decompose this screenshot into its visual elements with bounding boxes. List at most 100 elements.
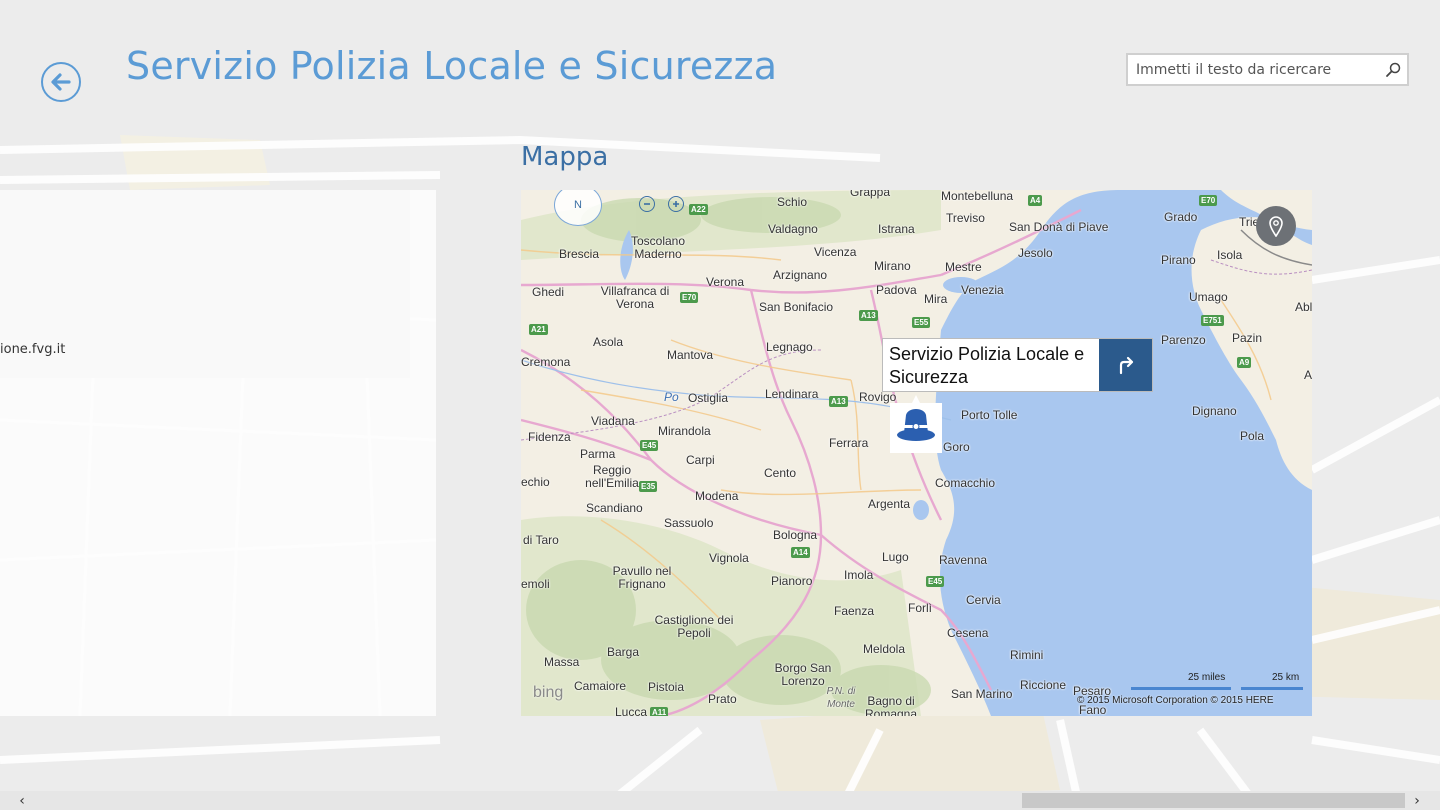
- scale-km: 25 km: [1272, 672, 1300, 683]
- highway-shield: A22: [689, 204, 708, 215]
- scale-lines: [1131, 687, 1303, 690]
- map-label: Treviso: [946, 211, 985, 225]
- plus-icon: [673, 201, 679, 207]
- map-label: Pazin: [1232, 331, 1263, 345]
- map-label: Rimini: [1010, 648, 1044, 662]
- map-label: Padova: [876, 283, 917, 297]
- map-label: Forlì: [908, 601, 932, 615]
- map-label: Argenta: [868, 497, 911, 511]
- map-label: Fidenza: [528, 430, 571, 444]
- map-label: Montebelluna: [941, 190, 1014, 203]
- map-copyright: © 2015 Microsoft Corporation © 2015 HERE: [1077, 695, 1274, 706]
- map-label: Scandiano: [586, 501, 643, 515]
- map-label: Schio: [777, 195, 808, 209]
- map-label: Sassuolo: [664, 516, 714, 530]
- info-panel: ione.fvg.it: [0, 190, 436, 716]
- search-button[interactable]: [1379, 55, 1407, 84]
- map-label: San Marino: [951, 687, 1013, 701]
- map-label: A: [1304, 368, 1312, 382]
- horizontal-scrollbar[interactable]: ‹ ›: [0, 791, 1440, 810]
- map-label: Verona: [706, 275, 745, 289]
- highway-shield: E70: [1199, 195, 1218, 206]
- map-label: Comacchio: [935, 476, 996, 490]
- directions-button[interactable]: [1099, 339, 1152, 391]
- highway-shield: A4: [1028, 195, 1043, 206]
- highway-shield: E751: [1201, 315, 1224, 326]
- search-box[interactable]: [1126, 53, 1409, 86]
- map-label: Massa: [544, 655, 580, 669]
- page-title: Servizio Polizia Locale e Sicurezza: [126, 44, 778, 88]
- locate-button[interactable]: [1256, 206, 1296, 246]
- map-label: Isola: [1217, 248, 1243, 262]
- directions-arrow-icon: [1119, 356, 1133, 375]
- scale-miles: 25 miles: [1188, 672, 1226, 683]
- map-label: Venezia: [961, 283, 1004, 297]
- highway-shield: E70: [680, 292, 699, 303]
- map-label: Ferrara: [829, 436, 869, 450]
- map-label: Meldola: [863, 642, 906, 656]
- map-label: Barga: [607, 645, 640, 659]
- map-label: Vicenza: [814, 245, 857, 259]
- map-label: Camaiore: [574, 679, 627, 693]
- map-label: Pavullo nel Frignano: [612, 564, 672, 591]
- map-label: Castiglione dei Pepoli: [654, 613, 734, 640]
- map-label: Pirano: [1161, 253, 1196, 267]
- location-callout[interactable]: Servizio Polizia Locale e Sicurezza: [882, 338, 1153, 392]
- map-label: Parenzo: [1161, 333, 1206, 347]
- map-label: Arzignano: [773, 268, 828, 282]
- zoom-out-button[interactable]: [639, 196, 655, 212]
- map-label: Prato: [708, 692, 737, 706]
- map-label: emoli: [521, 577, 550, 591]
- scroll-left-arrow-icon[interactable]: ‹: [12, 791, 32, 810]
- map-label: Abl: [1295, 300, 1312, 314]
- map-label: Porto Tolle: [961, 408, 1018, 422]
- back-button[interactable]: [41, 62, 81, 102]
- map-label: Parma: [580, 447, 616, 461]
- map-label: Brescia: [559, 247, 600, 261]
- map-label: Cesena: [947, 626, 989, 640]
- highway-shield: E45: [640, 440, 659, 451]
- scroll-right-arrow-icon[interactable]: ›: [1407, 791, 1427, 810]
- map-label: Dignano: [1192, 404, 1237, 418]
- map-label: Lendinara: [765, 387, 819, 401]
- map-label: Riccione: [1020, 678, 1067, 692]
- highway-shield: A13: [859, 310, 878, 321]
- search-icon: [1386, 62, 1401, 77]
- map-label: Po: [664, 390, 679, 404]
- highway-shield: A11: [650, 707, 669, 716]
- map-label: Imola: [844, 568, 874, 582]
- map-label: Vignola: [709, 551, 749, 565]
- map-label: Valdagno: [768, 222, 818, 236]
- map-label: San Donà di Piave: [1009, 220, 1109, 234]
- map-label: Pianoro: [771, 574, 813, 588]
- search-input[interactable]: [1128, 55, 1379, 84]
- minus-icon: [644, 203, 650, 205]
- zoom-in-button[interactable]: [668, 196, 684, 212]
- map-label: Legnago: [766, 340, 813, 354]
- map-label: Toscolano Maderno: [630, 234, 686, 261]
- map-label: Viadana: [591, 414, 635, 428]
- map-label: Ravenna: [939, 553, 988, 567]
- map-label: Grappa: [850, 190, 891, 199]
- map-label: Mestre: [945, 260, 982, 274]
- map-label: Faenza: [834, 604, 875, 618]
- map-label: Carpi: [686, 453, 715, 467]
- map-label: Lucca: [615, 705, 648, 716]
- map-label: Pola: [1240, 429, 1265, 443]
- scrollbar-thumb[interactable]: [1022, 793, 1405, 808]
- location-pin-icon: [1269, 216, 1283, 237]
- map-view[interactable]: Schio Grappa Montebelluna Treviso San Do…: [521, 190, 1312, 716]
- map-section-heading: Mappa: [521, 142, 609, 172]
- map-label: Cremona: [521, 355, 571, 369]
- back-arrow-icon: [51, 73, 71, 91]
- highway-shield: E55: [912, 317, 931, 328]
- website-link[interactable]: ione.fvg.it: [0, 342, 65, 357]
- highway-shield: A21: [529, 324, 548, 335]
- callout-title: Servizio Polizia Locale e Sicurezza: [889, 344, 1085, 387]
- map-label: echio: [521, 475, 550, 489]
- police-marker-icon: [890, 395, 942, 453]
- location-marker[interactable]: [890, 395, 942, 453]
- highway-shield: E45: [926, 576, 945, 587]
- compass-north-label: N: [574, 199, 582, 211]
- map-label: Istrana: [878, 222, 915, 236]
